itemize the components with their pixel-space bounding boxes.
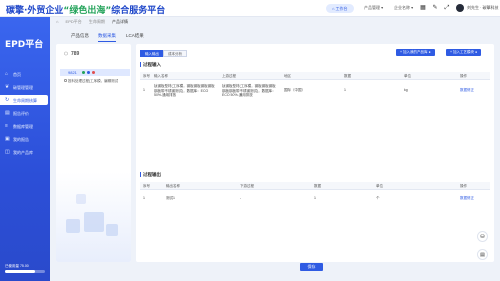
sidebar-item-my-report[interactable]: ▣ 我的报告 bbox=[0, 134, 50, 144]
sidebar-item-database[interactable]: ≡ 数据库管理 bbox=[0, 121, 50, 131]
checkbox-icon bbox=[64, 79, 67, 82]
add-to-module-button[interactable]: + 加入工艺模块 ● bbox=[446, 49, 482, 56]
tab-data-collection[interactable]: 数据采集 bbox=[98, 33, 116, 42]
breadcrumb-item[interactable]: EPD平台 bbox=[66, 19, 82, 24]
edit-data-link[interactable]: 数据修正 bbox=[460, 196, 474, 201]
tabs: 产品信息 数据采集 LCA结果 bbox=[50, 30, 500, 42]
product-dropdown[interactable]: 产品管理 ▾ bbox=[364, 5, 383, 11]
database-icon[interactable]: ⛁ bbox=[477, 231, 488, 242]
usage-progress-fill bbox=[5, 270, 35, 273]
status-dot bbox=[82, 71, 85, 74]
output-section-title: 过程输出 bbox=[140, 172, 161, 178]
usage-progress: 已使用量 75.00 bbox=[5, 264, 45, 274]
brand-title: 碳擎·外贸企业“绿色出海”综合服务平台 bbox=[6, 6, 166, 16]
home-icon[interactable]: ⌂ bbox=[56, 19, 58, 24]
subtab-cost-analysis[interactable]: 成本分析 bbox=[163, 50, 187, 57]
decor-cube bbox=[76, 194, 86, 204]
sidebar-item-lifecycle[interactable]: ↻ 生命周期核算 bbox=[0, 95, 48, 105]
sidebar-item-carbon[interactable]: ❦ 碳管理管理 bbox=[0, 82, 50, 92]
cycle-icon: ↻ bbox=[5, 97, 10, 103]
tree-node-child[interactable]: 投料处理过程(工序模，编辑测试 bbox=[64, 79, 118, 84]
edit-data-link[interactable]: 数据修正 bbox=[460, 88, 474, 93]
top-bar: 碳擎·外贸企业“绿色出海”综合服务平台 ⌂ 工作台 产品管理 ▾ 企业名称 ▾ … bbox=[0, 0, 500, 17]
process-tree: ⬡ 789 9821 投料处理过程(工序模，编辑测试 bbox=[56, 44, 131, 262]
breadcrumb: ⌂ EPD平台 生命周期 产品详情 bbox=[56, 19, 134, 25]
clipboard-icon[interactable]: ▤ bbox=[477, 249, 488, 260]
home-icon: ⌂ bbox=[5, 71, 9, 77]
doc-icon: ▤ bbox=[5, 110, 10, 116]
leaf-icon: ❦ bbox=[5, 84, 10, 90]
cube-icon: ⬡ bbox=[64, 51, 68, 56]
status-dot bbox=[92, 71, 95, 74]
sidebar: EPD平台 ⌂ 首页 ❦ 碳管理管理 ↻ 生命周期核算 ▤ 报告评价 ≡ 数据库管理 ▣ 我… bbox=[0, 17, 50, 281]
sidebar-item-my-products[interactable]: ◫ 我的产品库 bbox=[0, 147, 50, 157]
input-table-header: 序号 输入名称 上游过程 地区 数据 单位 操作 bbox=[140, 72, 490, 80]
expand-icon[interactable]: ⤢ bbox=[443, 4, 451, 12]
decor-cube bbox=[84, 212, 104, 232]
report-icon: ▣ bbox=[5, 136, 10, 142]
workbench-button[interactable]: ⌂ 工作台 bbox=[326, 4, 354, 13]
user-name[interactable]: 刘先生 · 碳擎科技 bbox=[467, 5, 499, 11]
sidebar-item-home[interactable]: ⌂ 首页 bbox=[0, 69, 50, 79]
edit-icon[interactable]: ✎ bbox=[431, 4, 439, 12]
company-dropdown[interactable]: 企业名称 ▾ bbox=[394, 5, 413, 11]
sidebar-logo: EPD平台 bbox=[5, 40, 44, 50]
tree-node-selected[interactable]: 9821 bbox=[60, 69, 130, 76]
tree-root[interactable]: ⬡ 789 bbox=[64, 51, 79, 57]
breadcrumb-item: 产品详情 bbox=[112, 19, 129, 24]
save-button[interactable]: 保存 bbox=[300, 263, 323, 271]
box-icon: ◫ bbox=[5, 149, 10, 155]
avatar[interactable] bbox=[456, 4, 464, 12]
subtab-input-output[interactable]: 输入输出 bbox=[140, 50, 164, 57]
status-dot bbox=[87, 71, 90, 74]
db-icon: ≡ bbox=[5, 123, 8, 129]
sidebar-item-report-eval[interactable]: ▤ 报告评价 bbox=[0, 108, 50, 118]
decor-cube bbox=[106, 224, 118, 236]
decor-cube bbox=[66, 219, 80, 233]
tab-lca-result[interactable]: LCA结果 bbox=[126, 33, 144, 39]
main-panel: 输入输出 成本分析 + 加入我的产品库 ● + 加入工艺模块 ● 过程输入 序号… bbox=[136, 44, 494, 262]
calculator-icon[interactable]: ▦ bbox=[419, 4, 427, 12]
breadcrumb-item[interactable]: 生命周期 bbox=[89, 19, 105, 24]
tab-product-info[interactable]: 产品信息 bbox=[71, 33, 89, 39]
output-table-header: 序号 输出名称 下游过程 数据 单位 操作 bbox=[140, 182, 490, 190]
input-section-title: 过程输入 bbox=[140, 62, 161, 68]
add-to-products-button[interactable]: + 加入我的产品库 ● bbox=[396, 49, 435, 56]
